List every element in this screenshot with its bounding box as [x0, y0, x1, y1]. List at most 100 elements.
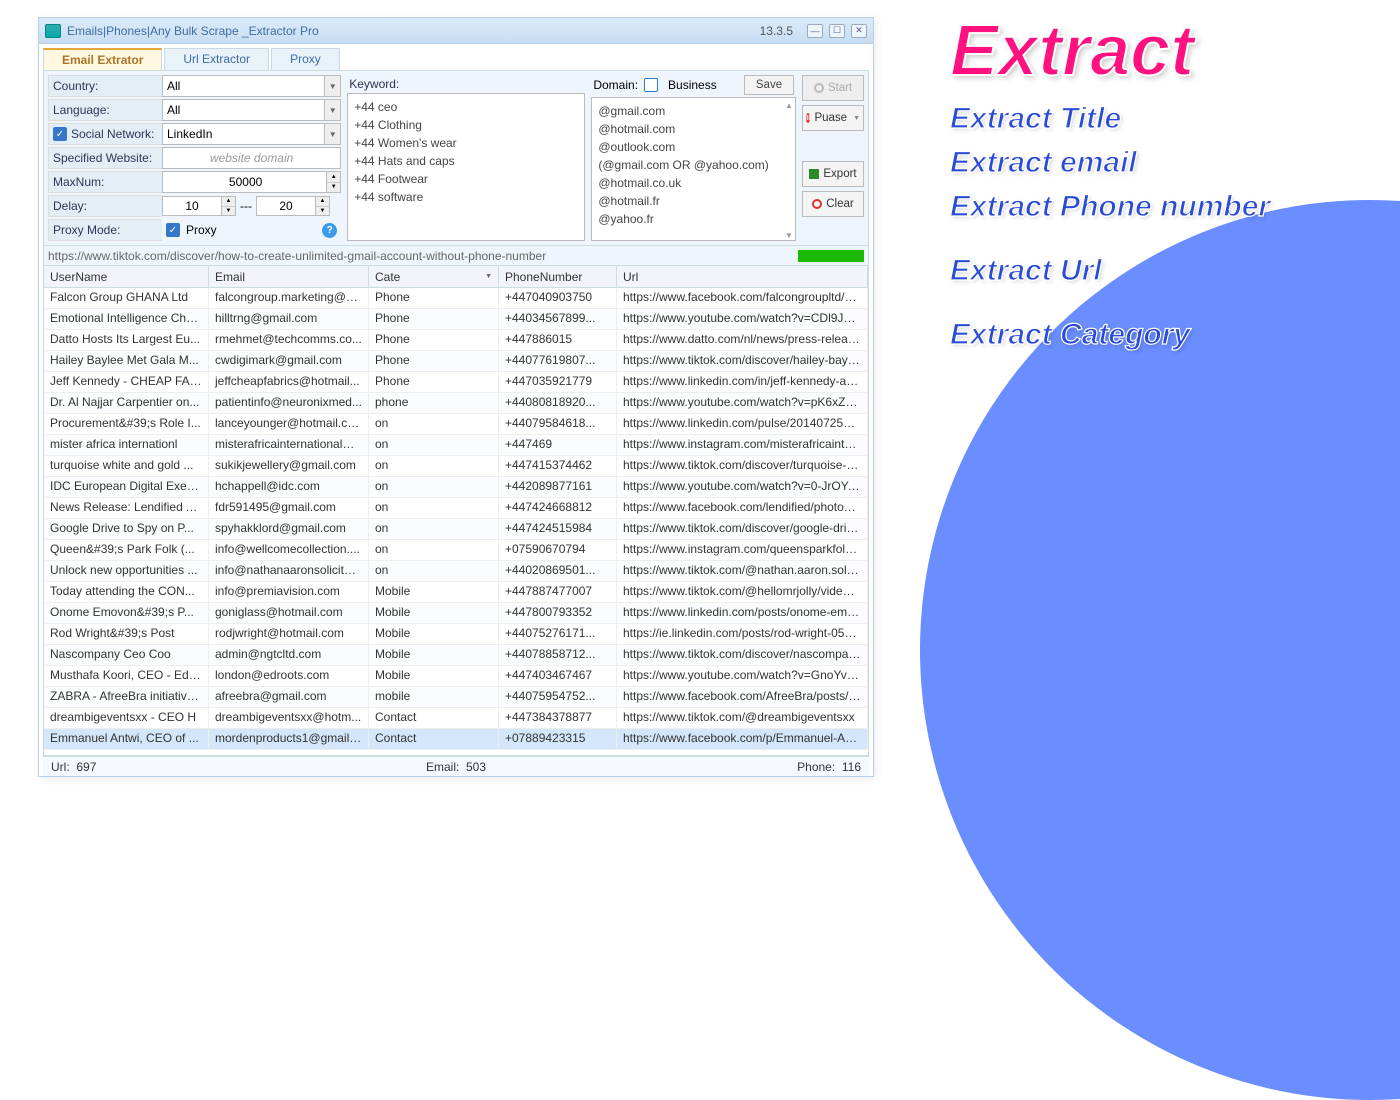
keyword-textarea[interactable]: +44 ceo+44 Clothing+44 Women's wear+44 H… — [347, 93, 585, 241]
domain-textarea[interactable]: ▲ ▼ @gmail.com@hotmail.com@outlook.com(@… — [591, 97, 796, 241]
pause-button[interactable]: IIPuase▼ — [802, 105, 864, 131]
social-network-dropdown[interactable]: LinkedIn▼ — [162, 123, 341, 145]
table-row[interactable]: Today attending the CON...info@premiavis… — [44, 582, 868, 603]
delay-from-input[interactable]: 10▲▼ — [162, 196, 236, 216]
cell: https://www.youtube.com/watch?v=CDl9JDN.… — [617, 309, 868, 329]
language-label: Language: — [48, 99, 162, 121]
help-icon[interactable]: ? — [322, 223, 337, 238]
tab-url-extractor[interactable]: Url Extractor — [164, 48, 269, 70]
proxy-checkbox[interactable]: ✓ — [166, 223, 180, 237]
table-row[interactable]: Jeff Kennedy - CHEAP FAB...jeffcheapfabr… — [44, 372, 868, 393]
cell: Datto Hosts Its Largest Eu... — [44, 330, 209, 350]
minimize-button[interactable]: — — [807, 24, 823, 38]
table-row[interactable]: Falcon Group GHANA Ltdfalcongroup.market… — [44, 288, 868, 309]
cell: +447035921779 — [499, 372, 617, 392]
cell: jeffcheapfabrics@hotmail... — [209, 372, 369, 392]
domain-line: @gmail.com — [598, 102, 789, 120]
cell: goniglass@hotmail.com — [209, 603, 369, 623]
cell: https://www.tiktok.com/discover/google-d… — [617, 519, 868, 539]
table-row[interactable]: News Release: Lendified A...fdr591495@gm… — [44, 498, 868, 519]
col-url[interactable]: Url — [617, 266, 868, 287]
specified-website-input[interactable]: website domain — [162, 147, 341, 169]
country-label: Country: — [48, 75, 162, 97]
keyword-line: +44 Women's wear — [354, 134, 578, 152]
language-dropdown[interactable]: All▼ — [162, 99, 341, 121]
cell: Falcon Group GHANA Ltd — [44, 288, 209, 308]
cell: ZABRA - AfreeBra initiative... — [44, 687, 209, 707]
maxnum-spinner[interactable]: ▲▼ — [326, 172, 340, 192]
table-row[interactable]: ZABRA - AfreeBra initiative...afreebra@g… — [44, 687, 868, 708]
cell: https://www.facebook.com/falcongroupltd/… — [617, 288, 868, 308]
country-dropdown[interactable]: All▼ — [162, 75, 341, 97]
maxnum-input[interactable]: 50000▲▼ — [162, 171, 341, 193]
table-row[interactable]: Onome Emovon&#39;s P...goniglass@hotmail… — [44, 603, 868, 624]
scroll-down-icon[interactable]: ▼ — [785, 230, 793, 238]
current-url: https://www.tiktok.com/discover/how-to-c… — [48, 249, 546, 263]
marketing-panel: Extract Extract TitleExtract emailExtrac… — [950, 10, 1270, 362]
cell: Google Drive to Spy on P... — [44, 519, 209, 539]
cell: Procurement&#39;s Role I... — [44, 414, 209, 434]
table-row[interactable]: IDC European Digital Exec...hchappell@id… — [44, 477, 868, 498]
col-email[interactable]: Email — [209, 266, 369, 287]
cell: mobile — [369, 687, 499, 707]
cell: info@nathanaaronsolicitor... — [209, 561, 369, 581]
start-button[interactable]: Start — [802, 75, 864, 101]
marketing-line: Extract Category — [950, 318, 1270, 352]
chevron-down-icon: ▼ — [324, 124, 340, 144]
cell: rmehmet@techcomms.co... — [209, 330, 369, 350]
col-username[interactable]: UserName — [44, 266, 209, 287]
col-phone[interactable]: PhoneNumber — [499, 266, 617, 287]
spinner-icon[interactable]: ▲▼ — [315, 197, 329, 215]
domain-label: Domain: — [593, 78, 638, 92]
proxy-mode-label: Proxy Mode: — [48, 219, 162, 241]
cell: https://ie.linkedin.com/posts/rod-wright… — [617, 624, 868, 644]
cell: Phone — [369, 309, 499, 329]
cell: +447040903750 — [499, 288, 617, 308]
table-row[interactable]: Google Drive to Spy on P...spyhakklord@g… — [44, 519, 868, 540]
cell: +44080818920... — [499, 393, 617, 413]
table-row[interactable]: Emmanuel Antwi, CEO of ...mordenproducts… — [44, 729, 868, 750]
col-cate[interactable]: Cate▼ — [369, 266, 499, 287]
spinner-icon[interactable]: ▲▼ — [221, 197, 235, 215]
export-button[interactable]: Export — [802, 161, 864, 187]
domain-line: @hotmail.com — [598, 120, 789, 138]
clear-button[interactable]: Clear — [802, 191, 864, 217]
cell: +44079584618... — [499, 414, 617, 434]
tab-proxy[interactable]: Proxy — [271, 48, 340, 70]
settings-panel: Country: All▼ Language: All▼ ✓Social Net… — [43, 70, 869, 246]
table-row[interactable]: Queen&#39;s Park Folk (...info@wellcomec… — [44, 540, 868, 561]
cell: https://www.facebook.com/AfreeBra/posts/… — [617, 687, 868, 707]
cell: misterafricainternational@... — [209, 435, 369, 455]
close-button[interactable]: ✕ — [851, 24, 867, 38]
marketing-title: Extract — [950, 10, 1270, 92]
start-icon — [814, 83, 824, 93]
table-row[interactable]: Musthafa Koori, CEO - Edr...london@edroo… — [44, 666, 868, 687]
table-row[interactable]: mister africa internationlmisterafricain… — [44, 435, 868, 456]
table-row[interactable]: Nascompany Ceo Cooadmin@ngtcltd.comMobil… — [44, 645, 868, 666]
maximize-button[interactable]: ☐ — [829, 24, 845, 38]
cell: +447424668812 — [499, 498, 617, 518]
table-row[interactable]: Procurement&#39;s Role I...lanceyounger@… — [44, 414, 868, 435]
business-checkbox[interactable]: ✓ — [644, 78, 658, 92]
table-row[interactable]: Dr. Al Najjar Carpentier on...patientinf… — [44, 393, 868, 414]
table-row[interactable]: dreambigeventsxx - CEO Hdreambigeventsxx… — [44, 708, 868, 729]
table-row[interactable]: Rod Wright&#39;s Postrodjwright@hotmail.… — [44, 624, 868, 645]
table-row[interactable]: Emotional Intelligence Cha...hilltrng@gm… — [44, 309, 868, 330]
cell: https://www.tiktok.com/@dreambigeventsxx — [617, 708, 868, 728]
cell: https://www.facebook.com/lendified/photo… — [617, 498, 868, 518]
delay-to-input[interactable]: 20▲▼ — [256, 196, 330, 216]
social-network-checkbox[interactable]: ✓ — [53, 127, 67, 141]
cell: https://www.linkedin.com/posts/onome-emo… — [617, 603, 868, 623]
save-button[interactable]: Save — [744, 75, 794, 95]
table-row[interactable]: turquoise white and gold ...sukikjewelle… — [44, 456, 868, 477]
domain-line: @hotmail.fr — [598, 192, 789, 210]
cell: Today attending the CON... — [44, 582, 209, 602]
tab-email-extractor[interactable]: Email Extrator — [43, 48, 162, 70]
scroll-up-icon[interactable]: ▲ — [785, 100, 793, 108]
cell: mordenproducts1@gmail.... — [209, 729, 369, 749]
table-row[interactable]: Unlock new opportunities ...info@nathana… — [44, 561, 868, 582]
table-row[interactable]: Hailey Baylee Met Gala M...cwdigimark@gm… — [44, 351, 868, 372]
table-row[interactable]: Datto Hosts Its Largest Eu...rmehmet@tec… — [44, 330, 868, 351]
cell: spyhakklord@gmail.com — [209, 519, 369, 539]
cell: Mobile — [369, 603, 499, 623]
